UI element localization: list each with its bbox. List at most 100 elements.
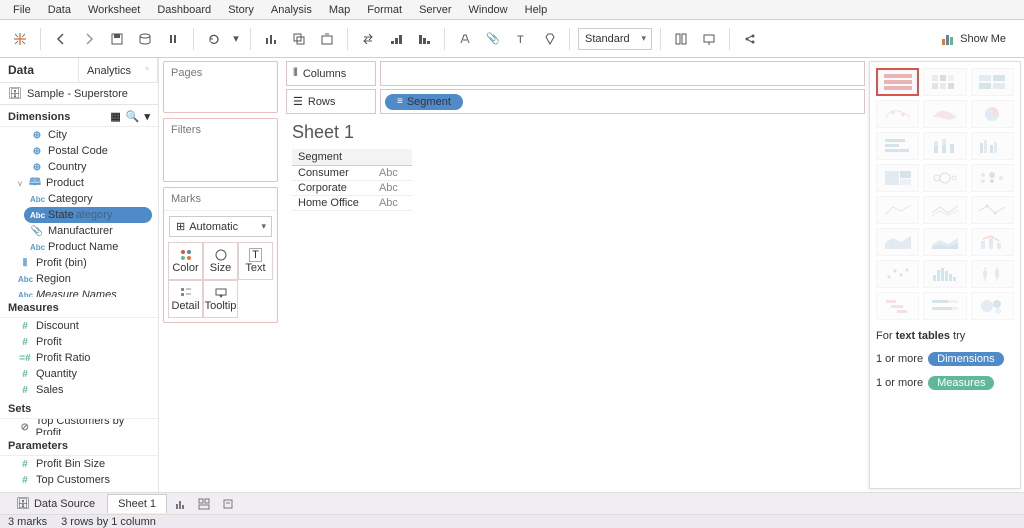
tab-analytics[interactable]: Analytics ◦: [79, 58, 158, 82]
duplicate-icon[interactable]: [287, 27, 311, 51]
field-category[interactable]: AbcCategory: [0, 191, 158, 207]
sheet-title[interactable]: Sheet 1: [292, 122, 859, 143]
viz-line-c[interactable]: [876, 196, 919, 224]
new-worksheet-icon[interactable]: [259, 27, 283, 51]
attach-icon[interactable]: 📎: [481, 27, 505, 51]
menu-worksheet[interactable]: Worksheet: [81, 2, 147, 18]
tableau-logo-icon[interactable]: [8, 27, 32, 51]
new-datasource-icon[interactable]: [133, 27, 157, 51]
marks-type-dropdown[interactable]: ⊞Automatic: [169, 216, 272, 237]
show-me-button[interactable]: Show Me: [931, 28, 1016, 50]
viz-histogram[interactable]: [923, 260, 966, 288]
field-profit[interactable]: #Profit: [0, 334, 158, 350]
save-icon[interactable]: [105, 27, 129, 51]
table-row[interactable]: CorporateAbc: [292, 181, 412, 196]
table-row[interactable]: Home OfficeAbc: [292, 196, 412, 211]
columns-shelf[interactable]: [380, 61, 865, 86]
datasource-row[interactable]: 🗄 Sample - Superstore: [0, 83, 158, 105]
viz-circle[interactable]: [923, 164, 966, 192]
viz-side-bar[interactable]: [971, 132, 1014, 160]
highlight-icon[interactable]: [453, 27, 477, 51]
menu-server[interactable]: Server: [412, 2, 458, 18]
field-top-customers-param[interactable]: #Top Customers: [0, 472, 158, 488]
menu-story[interactable]: Story: [221, 2, 261, 18]
viz-area-d[interactable]: [923, 228, 966, 256]
sort-desc-icon[interactable]: [412, 27, 436, 51]
fit-dropdown[interactable]: Standard: [578, 28, 652, 50]
viz-gantt[interactable]: [876, 292, 919, 320]
field-profit-ratio[interactable]: =#Profit Ratio: [0, 350, 158, 366]
filters-shelf[interactable]: Filters: [163, 118, 278, 182]
viz-side-circle[interactable]: [971, 164, 1014, 192]
swap-icon[interactable]: [356, 27, 380, 51]
table-row[interactable]: ConsumerAbc: [292, 166, 412, 181]
pill-segment[interactable]: Segment: [385, 94, 463, 110]
forward-icon[interactable]: [77, 27, 101, 51]
back-icon[interactable]: [49, 27, 73, 51]
view-grid-icon[interactable]: ▦: [110, 110, 120, 123]
cards-icon[interactable]: [669, 27, 693, 51]
field-manufacturer[interactable]: 📎Manufacturer: [0, 223, 158, 239]
tab-sheet1[interactable]: Sheet 1: [107, 494, 167, 513]
viz-pie[interactable]: [971, 100, 1014, 128]
viz-line-d[interactable]: [923, 196, 966, 224]
field-product-folder[interactable]: v🕮Product: [0, 175, 158, 191]
refresh-icon[interactable]: [202, 27, 226, 51]
menu-format[interactable]: Format: [360, 2, 409, 18]
viz-area-c[interactable]: [876, 228, 919, 256]
new-dashboard-icon[interactable]: [193, 495, 215, 513]
viz-packed-bubble[interactable]: [971, 292, 1014, 320]
label-icon[interactable]: T: [509, 27, 533, 51]
refresh-dropdown-icon[interactable]: ▾: [230, 27, 242, 51]
viz-box[interactable]: [971, 260, 1014, 288]
new-story-icon[interactable]: [217, 495, 239, 513]
field-postal-code[interactable]: ⊕Postal Code: [0, 143, 158, 159]
sort-asc-icon[interactable]: [384, 27, 408, 51]
field-profit-bin-size[interactable]: #Profit Bin Size: [0, 456, 158, 472]
field-measure-names[interactable]: AbcMeasure Names: [0, 287, 158, 297]
field-country[interactable]: ⊕Country: [0, 159, 158, 175]
viz-hbar[interactable]: [876, 132, 919, 160]
viz-dual-line[interactable]: [971, 196, 1014, 224]
marks-tooltip[interactable]: Tooltip: [203, 280, 238, 318]
menu-analysis[interactable]: Analysis: [264, 2, 319, 18]
marks-text[interactable]: TText: [238, 242, 273, 280]
tab-data-source[interactable]: 🗄Data Source: [6, 494, 105, 513]
menu-help[interactable]: Help: [518, 2, 555, 18]
field-quantity[interactable]: #Quantity: [0, 366, 158, 382]
clear-icon[interactable]: [315, 27, 339, 51]
viz-treemap[interactable]: [876, 164, 919, 192]
format-icon[interactable]: [537, 27, 561, 51]
viz-bullet[interactable]: [923, 292, 966, 320]
field-profit-bin[interactable]: ⫴Profit (bin): [0, 255, 158, 271]
viz-symbol-map[interactable]: [876, 100, 919, 128]
viz-heat-map[interactable]: [923, 68, 966, 96]
marks-color[interactable]: Color: [168, 242, 203, 280]
viz-filled-map[interactable]: [923, 100, 966, 128]
field-city[interactable]: ⊕City: [0, 127, 158, 143]
field-product-name[interactable]: AbcProduct Name: [0, 239, 158, 255]
menu-map[interactable]: Map: [322, 2, 357, 18]
menu-dropdown-icon[interactable]: ▾: [144, 110, 150, 123]
menu-data[interactable]: Data: [41, 2, 78, 18]
viz-dual-combo[interactable]: [971, 228, 1014, 256]
field-discount[interactable]: #Discount: [0, 318, 158, 334]
presentation-icon[interactable]: [697, 27, 721, 51]
pause-icon[interactable]: [161, 27, 185, 51]
marks-size[interactable]: Size: [203, 242, 238, 280]
rows-shelf[interactable]: Segment: [380, 89, 865, 114]
pages-shelf[interactable]: Pages: [163, 61, 278, 113]
viz-text-table[interactable]: [876, 68, 919, 96]
menu-dashboard[interactable]: Dashboard: [150, 2, 218, 18]
field-sales[interactable]: #Sales: [0, 382, 158, 398]
tab-data[interactable]: Data: [0, 58, 79, 82]
field-region[interactable]: AbcRegion: [0, 271, 158, 287]
field-state-selected[interactable]: AbcStateategory: [24, 207, 152, 223]
viz-scatter[interactable]: [876, 260, 919, 288]
marks-detail[interactable]: Detail: [168, 280, 203, 318]
new-sheet-icon[interactable]: [169, 495, 191, 513]
field-top-customers-set[interactable]: ⊘Top Customers by Profit: [0, 419, 158, 435]
search-icon[interactable]: 🔍: [126, 110, 140, 123]
menu-window[interactable]: Window: [462, 2, 515, 18]
viz-highlight-table[interactable]: [971, 68, 1014, 96]
